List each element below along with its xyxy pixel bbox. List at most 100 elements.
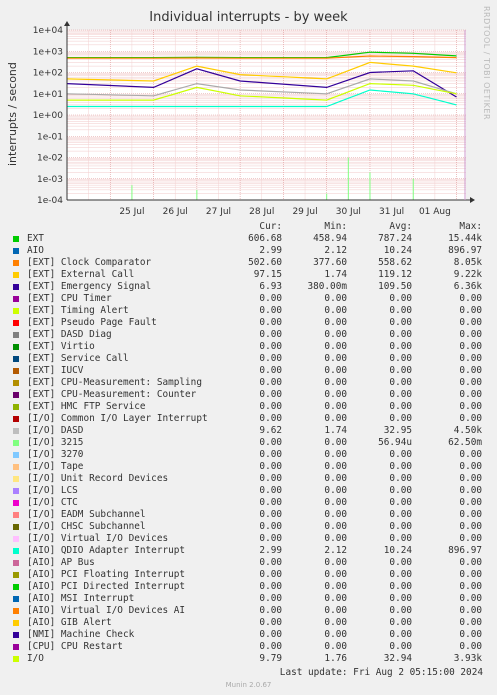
legend-row: [I/O] Unit Record Devices 0.00 0.00 0.00 0.0… bbox=[0, 473, 497, 485]
legend-swatch bbox=[13, 524, 19, 530]
legend-name: [I/O] EADM Subchannel bbox=[27, 509, 146, 520]
last-update: Last update: Fri Aug 2 05:15:00 2024 bbox=[279, 667, 483, 678]
legend-max: 4.50k bbox=[453, 425, 482, 436]
y-tick-label: 1e+04 bbox=[33, 26, 64, 36]
legend-swatch bbox=[13, 392, 19, 398]
y-tick-label: 1e-04 bbox=[37, 196, 63, 206]
legend-row: [EXT] Pseudo Page Fault 0.00 0.00 0.00 0.00 bbox=[0, 317, 497, 329]
legend-max: 0.00 bbox=[459, 497, 482, 508]
legend-avg: 0.00 bbox=[389, 293, 412, 304]
legend-row: [EXT] IUCV 0.00 0.00 0.00 0.00 bbox=[0, 365, 497, 377]
legend-swatch bbox=[13, 416, 19, 422]
legend-name: [I/O] LCS bbox=[27, 485, 78, 496]
legend-name: [I/O] Common I/O Layer Interrupt bbox=[27, 413, 208, 424]
x-tick-label: 01 Aug bbox=[419, 207, 451, 217]
legend-row: [AIO] PCI Directed Interrupt 0.00 0.00 0.00… bbox=[0, 581, 497, 593]
legend-avg: 0.00 bbox=[389, 389, 412, 400]
y-tick-label: 1e+00 bbox=[33, 111, 64, 121]
legend-name: [I/O] CTC bbox=[27, 497, 78, 508]
legend-max: 0.00 bbox=[459, 461, 482, 472]
legend-avg: 0.00 bbox=[389, 497, 412, 508]
legend-name: [I/O] CHSC Subchannel bbox=[27, 521, 146, 532]
legend-avg: 0.00 bbox=[389, 317, 412, 328]
legend-name: EXT bbox=[27, 233, 44, 244]
legend-row: [EXT] Clock Comparator 502.60 377.60 558.62… bbox=[0, 257, 497, 269]
legend-swatch bbox=[13, 572, 19, 578]
legend-avg: 0.00 bbox=[389, 353, 412, 364]
legend-name: [EXT] Timing Alert bbox=[27, 305, 129, 316]
legend-swatch bbox=[13, 476, 19, 482]
legend-avg: 56.94u bbox=[378, 437, 412, 448]
legend-swatch bbox=[13, 380, 19, 386]
legend-name: [EXT] Pseudo Page Fault bbox=[27, 317, 157, 328]
plot-area bbox=[67, 30, 466, 200]
legend-name: [EXT] CPU-Measurement: Sampling bbox=[27, 377, 202, 388]
legend-max: 9.22k bbox=[453, 269, 482, 280]
legend-max: 0.00 bbox=[459, 521, 482, 532]
legend-avg: 0.00 bbox=[389, 521, 412, 532]
legend-avg: 0.00 bbox=[389, 557, 412, 568]
legend-name: [AIO] QDIO Adapter Interrupt bbox=[27, 545, 186, 556]
y-tick-label: 1e-02 bbox=[37, 154, 63, 164]
legend-avg: 0.00 bbox=[389, 593, 412, 604]
legend-row: [I/O] Virtual I/O Devices 0.00 0.00 0.00 0.0… bbox=[0, 533, 497, 545]
legend-max: 0.00 bbox=[459, 641, 482, 652]
legend-swatch bbox=[13, 464, 19, 470]
legend-avg: 10.24 bbox=[383, 545, 412, 556]
x-tick-label: 30 Jul bbox=[336, 207, 361, 217]
y-tick-label: 1e-01 bbox=[37, 132, 63, 142]
legend-row: [I/O] EADM Subchannel 0.00 0.00 0.00 0.00 bbox=[0, 509, 497, 521]
legend-max: 0.00 bbox=[459, 401, 482, 412]
legend-avg: 10.24 bbox=[383, 245, 412, 256]
legend-max: 0.00 bbox=[459, 377, 482, 388]
legend-row: [EXT] Service Call 0.00 0.00 0.00 0.00 bbox=[0, 353, 497, 365]
legend-max: 0.00 bbox=[459, 617, 482, 628]
legend-row: [AIO] QDIO Adapter Interrupt 2.99 2.12 10.2… bbox=[0, 545, 497, 557]
legend-header: Cur: Min: Avg: Max: bbox=[0, 221, 497, 233]
legend-swatch bbox=[13, 248, 19, 254]
legend-swatch bbox=[13, 368, 19, 374]
legend-swatch bbox=[13, 428, 19, 434]
legend-avg: 0.00 bbox=[389, 485, 412, 496]
legend-row: I/O 9.79 1.76 32.94 3.93k bbox=[0, 653, 497, 665]
legend-swatch bbox=[13, 236, 19, 242]
legend-swatch bbox=[13, 620, 19, 626]
legend-max: 3.93k bbox=[453, 653, 482, 664]
legend-swatch bbox=[13, 308, 19, 314]
legend-row: [EXT] Emergency Signal 6.93 380.00m 109.50 6… bbox=[0, 281, 497, 293]
legend-swatch bbox=[13, 512, 19, 518]
legend-swatch bbox=[13, 452, 19, 458]
legend-row: [EXT] CPU-Measurement: Counter 0.00 0.00 0.… bbox=[0, 389, 497, 401]
legend-row: [EXT] Virtio 0.00 0.00 0.00 0.00 bbox=[0, 341, 497, 353]
legend-avg: 0.00 bbox=[389, 617, 412, 628]
legend-avg: 0.00 bbox=[389, 605, 412, 616]
legend-name: [EXT] Emergency Signal bbox=[27, 281, 152, 292]
legend-avg: 0.00 bbox=[389, 461, 412, 472]
legend-swatch bbox=[13, 596, 19, 602]
legend-swatch bbox=[13, 656, 19, 662]
legend-row: [I/O] CHSC Subchannel 0.00 0.00 0.00 0.00 bbox=[0, 521, 497, 533]
legend-avg: 0.00 bbox=[389, 305, 412, 316]
legend-avg: 0.00 bbox=[389, 413, 412, 424]
legend-swatch bbox=[13, 488, 19, 494]
legend-row: AIO 2.99 2.12 10.24 896.97 bbox=[0, 245, 497, 257]
legend-swatch bbox=[13, 644, 19, 650]
legend-max: 0.00 bbox=[459, 569, 482, 580]
legend-row: [AIO] MSI Interrupt 0.00 0.00 0.00 0.00 bbox=[0, 593, 497, 605]
legend-name: [EXT] IUCV bbox=[27, 365, 84, 376]
legend-name: [I/O] Unit Record Devices bbox=[27, 473, 169, 484]
legend-swatch bbox=[13, 440, 19, 446]
legend-row: [AIO] GIB Alert 0.00 0.00 0.00 0.00 bbox=[0, 617, 497, 629]
legend-max: 0.00 bbox=[459, 449, 482, 460]
legend-max: 0.00 bbox=[459, 317, 482, 328]
x-tick-label: 28 Jul bbox=[249, 207, 274, 217]
legend-max: 0.00 bbox=[459, 581, 482, 592]
legend-name: [AIO] PCI Directed Interrupt bbox=[27, 581, 186, 592]
legend-swatch bbox=[13, 404, 19, 410]
legend-row: [I/O] CTC 0.00 0.00 0.00 0.00 bbox=[0, 497, 497, 509]
legend-max: 0.00 bbox=[459, 413, 482, 424]
legend-max: 0.00 bbox=[459, 629, 482, 640]
y-tick-label: 1e-03 bbox=[37, 175, 63, 185]
legend-row: [I/O] Common I/O Layer Interrupt 0.00 0.00… bbox=[0, 413, 497, 425]
legend-row: [AIO] Virtual I/O Devices AI 0.00 0.00 0.00… bbox=[0, 605, 497, 617]
